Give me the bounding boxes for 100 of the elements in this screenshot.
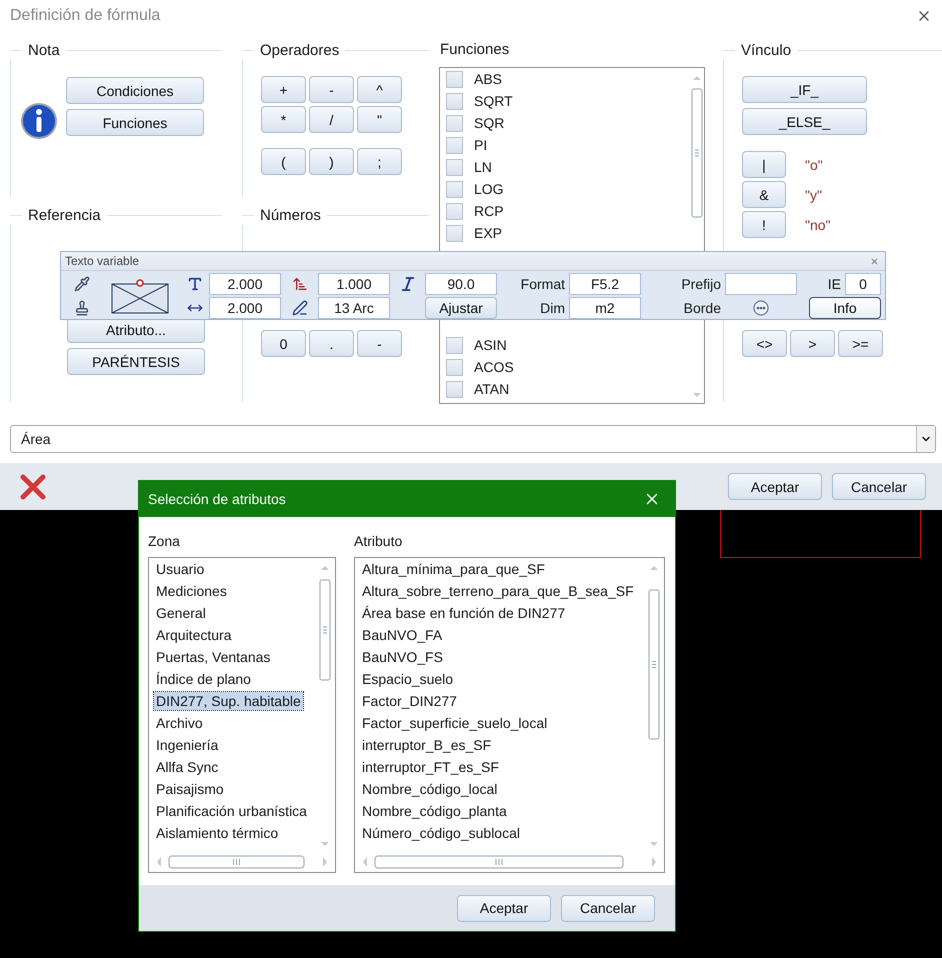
number-button[interactable]: . [309, 330, 354, 357]
fit-button[interactable]: Ajustar [425, 297, 497, 319]
zone-item[interactable]: Arquitectura [154, 626, 234, 644]
function-label: PI [474, 137, 488, 153]
zone-item[interactable]: General [154, 604, 208, 622]
condition-button[interactable]: _IF_ [742, 76, 867, 103]
font-field[interactable]: 13 Arc [318, 297, 390, 319]
logic-button[interactable]: | [742, 151, 786, 178]
zone-item[interactable]: Índice de plano [154, 670, 253, 688]
operator-button[interactable]: ; [357, 148, 402, 175]
attribute-item[interactable]: interruptor_B_es_SF [360, 736, 494, 754]
height-field[interactable]: 2.000 [209, 273, 281, 295]
note-button[interactable]: Funciones [66, 109, 204, 136]
function-label: LN [474, 159, 492, 175]
attribute-item[interactable]: Factor_superficie_suelo_local [360, 714, 550, 732]
info-icon [20, 102, 58, 140]
function-label: RCP [474, 203, 504, 219]
spacing-field[interactable]: 1.000 [318, 273, 390, 295]
attribute-item[interactable]: Nombre_código_planta [360, 802, 509, 820]
operator-button[interactable]: * [261, 106, 306, 133]
checkbox[interactable] [446, 202, 463, 220]
checkbox[interactable] [446, 180, 463, 198]
field-label: Borde [684, 300, 722, 316]
operator-button[interactable]: ^ [357, 76, 402, 103]
zone-item[interactable]: Aislamiento térmico [154, 824, 280, 842]
function-label: EXP [474, 225, 502, 241]
operator-button[interactable]: ( [261, 148, 306, 175]
attribute-item[interactable]: Altura_mínima_para_que_SF [360, 560, 547, 578]
dialog-button[interactable]: Cancelar [832, 473, 926, 500]
attribute-item[interactable]: Área base en función de DIN277 [360, 604, 568, 622]
round-frame-icon[interactable] [753, 300, 769, 316]
comparison-button[interactable]: >= [838, 330, 883, 357]
checkbox[interactable] [446, 70, 463, 88]
field-label: Prefijo [681, 276, 722, 292]
format-field[interactable]: F5.2 [569, 273, 641, 295]
zone-item[interactable]: Mediciones [154, 582, 229, 600]
attribute-item[interactable]: BauNVO_FA [360, 626, 444, 644]
checkbox[interactable] [446, 136, 463, 154]
angle-field[interactable]: 90.0 [425, 273, 497, 295]
field-label: Format [520, 276, 566, 292]
attribute-item[interactable]: BauNVO_FS [360, 648, 445, 666]
list-label: Zona [148, 533, 181, 549]
operator-button[interactable]: - [309, 76, 354, 103]
zone-item[interactable]: Usuario [154, 560, 206, 578]
function-label: SQR [474, 115, 504, 131]
comparison-button[interactable]: <> [742, 330, 787, 357]
width-field[interactable]: 2.000 [209, 297, 281, 319]
function-label: ACOS [474, 359, 514, 375]
attribute-item[interactable]: Espacio_suelo [360, 670, 456, 688]
dialog-title: Selección de atributos [148, 491, 286, 507]
prefix-field[interactable] [725, 273, 797, 295]
operator-button[interactable]: " [357, 106, 402, 133]
attribute-item[interactable]: Número_código_sublocal [360, 824, 522, 842]
logic-button[interactable]: ! [742, 211, 786, 238]
dialog-button[interactable]: Cancelar [561, 894, 655, 922]
checkbox[interactable] [446, 92, 463, 110]
info-button[interactable]: Info [809, 297, 881, 319]
zone-item[interactable]: DIN277, Sup. habitable [154, 692, 303, 710]
number-button[interactable]: - [357, 330, 402, 357]
number-button[interactable]: 0 [261, 330, 306, 357]
checkbox[interactable] [446, 224, 463, 242]
checkbox[interactable] [446, 158, 463, 176]
reference-button[interactable]: PARÉNTESIS [67, 348, 205, 375]
logic-button[interactable]: & [742, 181, 786, 208]
zone-item[interactable]: Ingeniería [154, 736, 220, 754]
zone-item[interactable]: Archivo [154, 714, 205, 732]
operator-button[interactable]: / [309, 106, 354, 133]
group-label: Vínculo [740, 42, 792, 58]
operator-button[interactable]: ) [309, 148, 354, 175]
comparison-button[interactable]: > [790, 330, 835, 357]
dialog-button[interactable]: Aceptar [728, 473, 822, 500]
text-height-icon [186, 276, 202, 292]
zone-item[interactable]: Puertas, Ventanas [154, 648, 272, 666]
eyedropper-icon[interactable] [74, 276, 90, 292]
group-label: Operadores [259, 42, 340, 58]
spacing-icon [292, 276, 308, 292]
checkbox[interactable] [446, 358, 463, 376]
checkbox[interactable] [446, 336, 463, 354]
dim-field[interactable]: m2 [569, 297, 641, 319]
group-label: Nota [27, 42, 61, 58]
condition-button[interactable]: _ELSE_ [742, 108, 867, 135]
close-icon[interactable] [870, 256, 879, 266]
function-label: SQRT [474, 93, 513, 109]
dialog-button[interactable]: Aceptar [457, 894, 551, 922]
zone-item[interactable]: Paisajismo [154, 780, 226, 798]
delete-icon[interactable] [20, 474, 46, 500]
note-button[interactable]: Condiciones [66, 77, 204, 104]
checkbox[interactable] [446, 380, 463, 398]
operator-button[interactable]: + [261, 76, 306, 103]
attribute-item[interactable]: Altura_sobre_terreno_para_que_B_sea_SF [360, 582, 636, 600]
attribute-item[interactable]: Factor_DIN277 [360, 692, 459, 710]
checkbox[interactable] [446, 114, 463, 132]
zone-item[interactable]: Planificación urbanística [154, 802, 309, 820]
zone-item[interactable]: Allfa Sync [154, 758, 220, 776]
attribute-item[interactable]: Nombre_código_local [360, 780, 500, 798]
stamp-icon[interactable] [74, 300, 90, 316]
expression-dropdown[interactable]: Área [10, 425, 936, 453]
field-label: Dim [540, 300, 566, 316]
attribute-item[interactable]: interruptor_FT_es_SF [360, 758, 501, 776]
ie-field[interactable]: 0 [845, 273, 881, 295]
